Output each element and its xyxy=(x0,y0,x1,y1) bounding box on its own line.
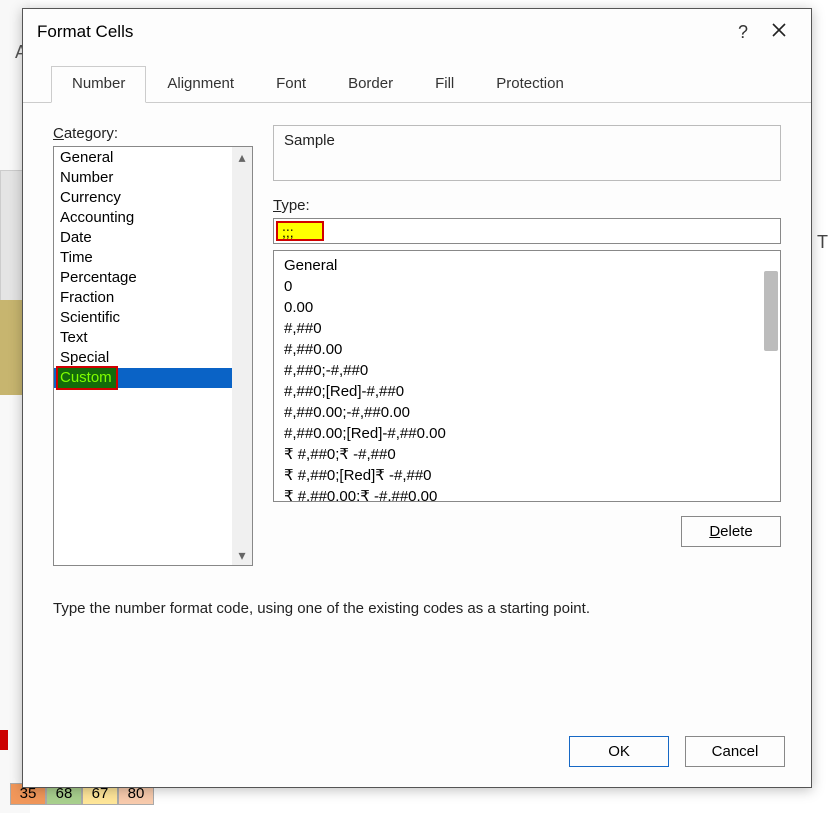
category-item-general[interactable]: General xyxy=(54,148,252,168)
format-code-item[interactable]: General xyxy=(274,255,780,276)
category-item-scientific[interactable]: Scientific xyxy=(54,308,252,328)
tab-alignment[interactable]: Alignment xyxy=(146,66,255,103)
category-item-special[interactable]: Special xyxy=(54,348,252,368)
help-button[interactable]: ? xyxy=(725,22,761,43)
format-code-item[interactable]: #,##0.00;[Red]-#,##0.00 xyxy=(274,423,780,444)
format-code-item[interactable]: ₹ #,##0.00;₹ -#,##0.00 xyxy=(274,486,780,502)
hint-text: Type the number format code, using one o… xyxy=(53,600,781,617)
category-item-percentage[interactable]: Percentage xyxy=(54,268,252,288)
category-item-date[interactable]: Date xyxy=(54,228,252,248)
format-cells-dialog: Format Cells ? Number Alignment Font Bor… xyxy=(22,8,812,788)
format-code-item[interactable]: #,##0;-#,##0 xyxy=(274,360,780,381)
bg-accent xyxy=(0,730,8,750)
titlebar: Format Cells ? xyxy=(23,9,811,55)
category-item-custom[interactable]: Custom xyxy=(54,368,252,388)
dialog-footer: OK Cancel xyxy=(23,722,811,787)
ok-button[interactable]: OK xyxy=(569,736,669,767)
category-listbox[interactable]: General Number Currency Accounting Date … xyxy=(53,146,253,566)
category-scrollbar[interactable] xyxy=(232,147,252,565)
category-item-currency[interactable]: Currency xyxy=(54,188,252,208)
format-code-listbox[interactable]: General 0 0.00 #,##0 #,##0.00 #,##0;-#,#… xyxy=(273,250,781,502)
tab-border[interactable]: Border xyxy=(327,66,414,103)
category-item-number[interactable]: Number xyxy=(54,168,252,188)
tab-number[interactable]: Number xyxy=(51,66,146,103)
format-code-item[interactable]: 0.00 xyxy=(274,297,780,318)
type-input[interactable]: ;;; xyxy=(273,218,781,244)
format-code-item[interactable]: #,##0.00;-#,##0.00 xyxy=(274,402,780,423)
scroll-up-icon[interactable]: ▴ xyxy=(232,147,252,167)
sample-label: Sample xyxy=(284,132,770,149)
type-input-value: ;;; xyxy=(276,221,324,241)
format-code-item[interactable]: #,##0 xyxy=(274,318,780,339)
format-code-item[interactable]: ₹ #,##0;[Red]₹ -#,##0 xyxy=(274,465,780,486)
format-code-item[interactable]: #,##0;[Red]-#,##0 xyxy=(274,381,780,402)
scroll-down-icon[interactable]: ▾ xyxy=(232,545,252,565)
category-item-time[interactable]: Time xyxy=(54,248,252,268)
format-scrollbar-thumb[interactable] xyxy=(764,271,778,351)
category-item-accounting[interactable]: Accounting xyxy=(54,208,252,228)
format-code-item[interactable]: #,##0.00 xyxy=(274,339,780,360)
column-header-right: T xyxy=(817,232,828,253)
cancel-button[interactable]: Cancel xyxy=(685,736,785,767)
close-button[interactable] xyxy=(761,22,797,43)
dialog-body: Category: General Number Currency Accoun… xyxy=(23,103,811,722)
dialog-title: Format Cells xyxy=(37,22,725,42)
category-label: Category: xyxy=(53,125,253,142)
type-label: Type: xyxy=(273,197,781,214)
sample-groupbox: Sample xyxy=(273,125,781,181)
tab-fill[interactable]: Fill xyxy=(414,66,475,103)
tabstrip: Number Alignment Font Border Fill Protec… xyxy=(23,55,811,103)
format-code-item[interactable]: 0 xyxy=(274,276,780,297)
tab-protection[interactable]: Protection xyxy=(475,66,585,103)
format-code-item[interactable]: ₹ #,##0;₹ -#,##0 xyxy=(274,444,780,465)
close-icon xyxy=(771,22,787,38)
category-item-fraction[interactable]: Fraction xyxy=(54,288,252,308)
category-item-text[interactable]: Text xyxy=(54,328,252,348)
delete-button[interactable]: Delete xyxy=(681,516,781,547)
tab-font[interactable]: Font xyxy=(255,66,327,103)
